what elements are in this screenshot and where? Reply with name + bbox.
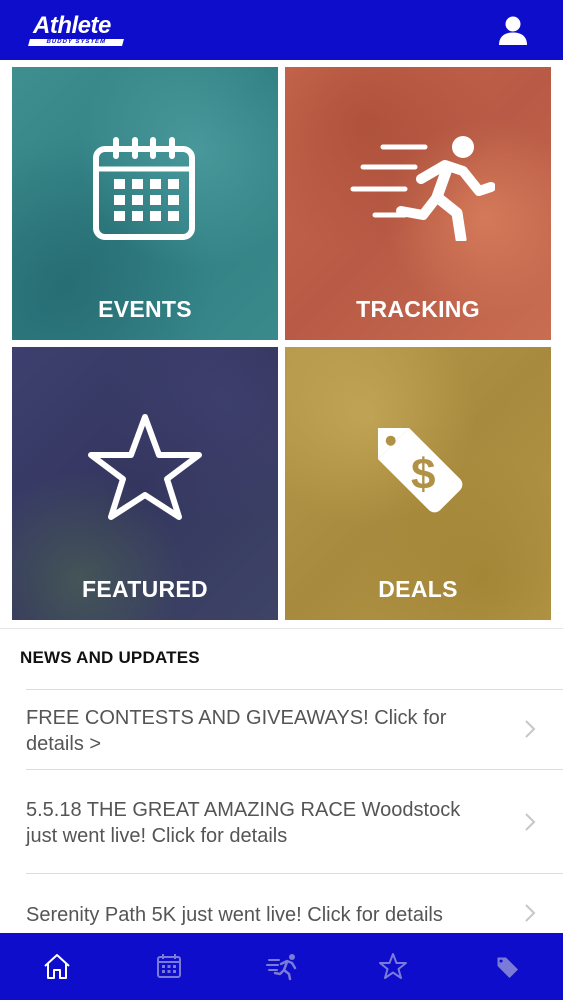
price-tag-icon: $	[377, 427, 463, 513]
chevron-right-icon	[525, 904, 536, 922]
tile-deals-label: DEALS	[378, 576, 458, 602]
tile-tracking[interactable]: TRACKING	[285, 67, 551, 340]
app-header: Athlete BUDDY SYSTEM	[0, 0, 563, 60]
tile-tracking-label: TRACKING	[356, 296, 480, 322]
news-item[interactable]: Serenity Path 5K just went live! Click f…	[26, 873, 563, 934]
bottom-tab-bar	[0, 933, 563, 1000]
runner-icon	[266, 954, 297, 981]
tab-featured[interactable]	[378, 951, 408, 981]
star-icon	[88, 414, 202, 520]
profile-button[interactable]	[496, 13, 530, 47]
tile-events-label: EVENTS	[98, 296, 192, 322]
tile-featured-label: FEATURED	[82, 576, 208, 602]
chevron-right-icon	[525, 813, 536, 831]
divider	[0, 628, 563, 629]
logo-subtext: BUDDY SYSTEM	[28, 39, 124, 46]
price-tag-icon	[497, 957, 519, 979]
news-item-text: FREE CONTESTS AND GIVEAWAYS! Click for d…	[26, 707, 447, 755]
athlete-buddy-system-logo[interactable]: Athlete BUDDY SYSTEM	[28, 12, 125, 48]
runner-icon	[350, 136, 495, 241]
news-item[interactable]: 5.5.18 THE GREAT AMAZING RACE Woodstock …	[26, 769, 563, 874]
tab-deals[interactable]	[491, 951, 521, 981]
news-item-text: 5.5.18 THE GREAT AMAZING RACE Woodstock …	[26, 799, 461, 847]
news-item[interactable]: FREE CONTESTS AND GIVEAWAYS! Click for d…	[26, 689, 563, 770]
news-heading: NEWS AND UPDATES	[20, 648, 200, 667]
logo-text: Athlete	[33, 12, 111, 39]
tile-deals[interactable]: $ DEALS	[285, 347, 551, 620]
star-icon	[379, 953, 407, 979]
calendar-icon	[157, 954, 181, 978]
chevron-right-icon	[525, 720, 536, 738]
news-item-text: Serenity Path 5K just went live! Click f…	[26, 904, 443, 926]
tile-featured[interactable]: FEATURED	[12, 347, 278, 620]
tab-events[interactable]	[154, 951, 184, 981]
tile-events[interactable]: EVENTS	[12, 67, 278, 340]
svg-text:$: $	[411, 450, 435, 499]
user-icon	[499, 16, 527, 45]
tab-tracking[interactable]	[265, 951, 299, 981]
calendar-icon	[93, 137, 195, 240]
home-icon	[44, 954, 70, 979]
tab-home[interactable]	[42, 951, 72, 981]
